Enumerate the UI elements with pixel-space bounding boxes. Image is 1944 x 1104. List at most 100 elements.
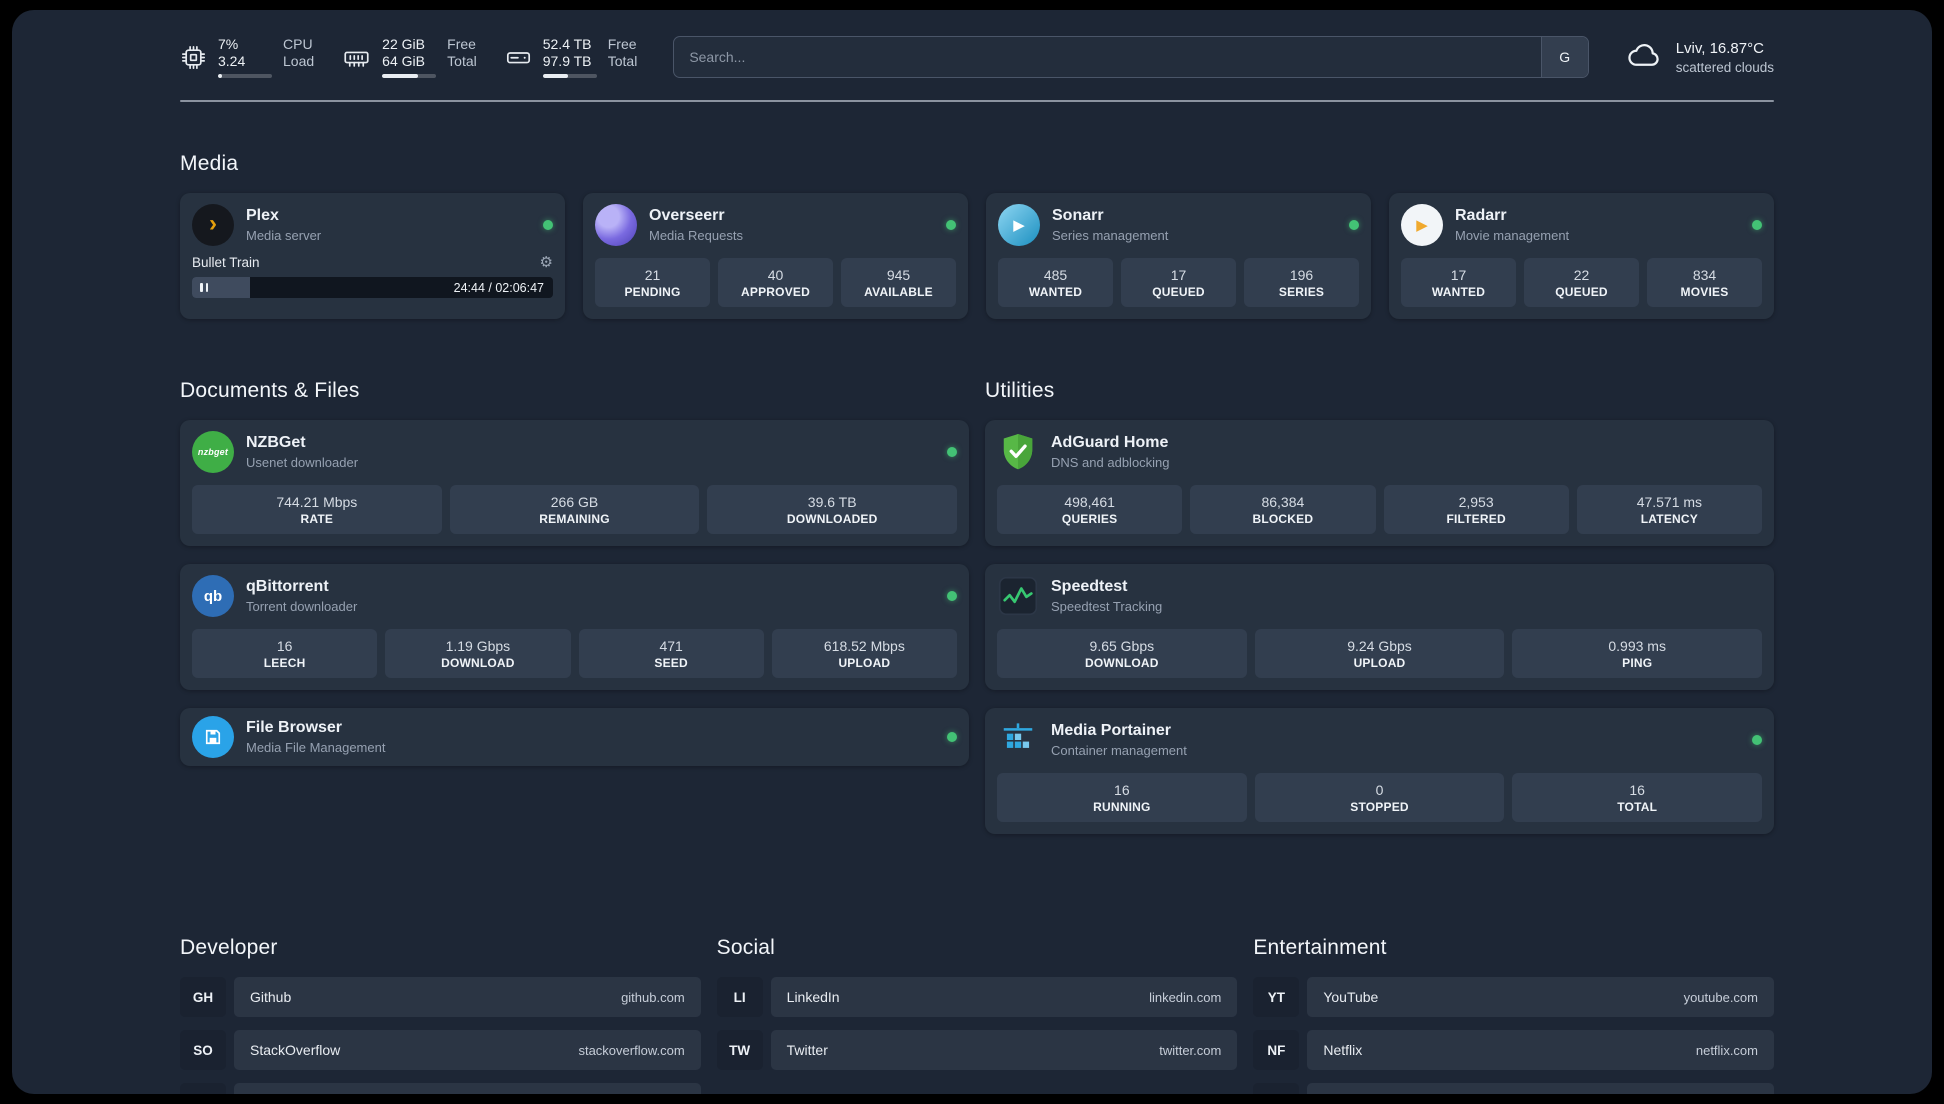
bookmark-twitter[interactable]: TW Twitter twitter.com [716,1030,1238,1071]
bookmark-youtube[interactable]: YT YouTube youtube.com [1253,977,1774,1018]
stat-label: PENDING [624,285,681,300]
stat-blocked: 86,384 BLOCKED [1190,485,1376,535]
bookmark-link[interactable]: LinkedIn linkedin.com [770,977,1238,1018]
card-titles: File Browser Media File Management [246,718,385,756]
bookmark-dev[interactable]: DT DEV dev.to [180,1083,701,1094]
adguard-icon [997,431,1039,473]
overseerr-icon [595,204,637,247]
bookmark-list: LI LinkedIn linkedin.com TW Twitter twit… [716,977,1238,1071]
stats-row: 21 PENDING 40 APPROVED 945 AVAILABLE [595,258,956,308]
stat-movies: 834 MOVIES [1647,258,1762,308]
stat-value: 17 [1450,267,1467,284]
app-subtitle: DNS and adblocking [1051,455,1170,471]
card-speedtest[interactable]: Speedtest Speedtest Tracking 9.65 Gbps D… [985,564,1774,691]
card-titles: AdGuard Home DNS and adblocking [1051,433,1170,471]
stat-value: 40 [767,267,784,284]
documents-cards: nzbget NZBGet Usenet downloader 744.21 M… [180,420,969,767]
bookmark-reddit[interactable]: RE Reddit reddit.com [1253,1083,1774,1094]
card-portainer[interactable]: Media Portainer Container management 16 … [985,708,1774,835]
stat-value: 0 [1375,782,1384,799]
disk-usage-bar [542,74,597,78]
card-nzbget[interactable]: nzbget NZBGet Usenet downloader 744.21 M… [180,420,969,547]
stat-value: 0.993 ms [1608,638,1666,655]
main-two-column: Documents & Files nzbget NZBGet Usenet d… [180,361,1774,835]
dashboard-content: 7% 3.24 CPU Load 22 GiB 64 GiB Free Tota… [12,10,1932,1094]
bookmark-name: LinkedIn [786,989,840,1006]
card-adguard[interactable]: AdGuard Home DNS and adblocking 498,461 … [985,420,1774,547]
stat-label: RATE [300,512,334,527]
bookmark-stackoverflow[interactable]: SO StackOverflow stackoverflow.com [180,1030,701,1071]
status-dot [947,447,957,458]
cpu-icon [180,44,207,71]
gear-icon[interactable]: ⚙ [540,255,553,270]
card-plex[interactable]: › Plex Media server Bullet Train ⚙ 24:44… [180,193,565,320]
bookmark-link[interactable]: Twitter twitter.com [770,1030,1238,1071]
disk-total-label: Total [607,53,638,69]
app-subtitle: Series management [1052,228,1169,244]
stats-row: 9.65 Gbps DOWNLOAD 9.24 Gbps UPLOAD 0.99… [997,629,1763,679]
section-title-social: Social [716,935,776,959]
playback-progress-bar[interactable]: 24:44 / 02:06:47 [192,277,553,299]
ram-usage-bar [382,74,437,78]
stat-queued: 17 QUEUED [1121,258,1236,308]
stat-download: 1.19 Gbps DOWNLOAD [385,629,571,679]
card-header: AdGuard Home DNS and adblocking [997,431,1762,473]
stat-filtered: 2,953 FILTERED [1383,485,1569,535]
stat-wanted: 485 WANTED [998,258,1113,308]
card-overseerr[interactable]: Overseerr Media Requests 21 PENDING 40 A… [583,193,968,320]
card-sonarr[interactable]: ▶ Sonarr Series management 485 WANTED 17 [986,193,1371,320]
stat-label: SERIES [1278,285,1325,300]
bookmark-netflix[interactable]: NF Netflix netflix.com [1253,1030,1774,1071]
search-engine-button[interactable]: G [1540,37,1588,77]
system-metrics: 7% 3.24 CPU Load 22 GiB 64 GiB Free Tota… [180,36,637,78]
card-header: nzbget NZBGet Usenet downloader [192,431,957,474]
stat-value: 744.21 Mbps [276,494,358,511]
disk-icon [505,44,532,71]
stat-stopped: 0 STOPPED [1254,773,1505,823]
card-radarr[interactable]: ▶ Radarr Movie management 17 WANTED 22 Q… [1389,193,1774,320]
stat-value: 9.24 Gbps [1347,638,1412,655]
bookmark-link[interactable]: DEV dev.to [234,1083,701,1094]
bookmark-link[interactable]: YouTube youtube.com [1307,977,1774,1018]
stat-value: 47.571 ms [1636,494,1703,511]
card-qbittorrent[interactable]: qb qBittorrent Torrent downloader 16 LEE… [180,564,969,691]
bookmark-url: stackoverflow.com [578,1042,685,1058]
bookmarks-developer: Developer GH Github github.com SO StackO… [180,918,701,1094]
app-title: Sonarr [1052,207,1104,225]
cpu-usage-percent: 7% [218,36,239,52]
disk-free-label: Free [607,36,637,52]
card-titles: Speedtest Speedtest Tracking [1051,577,1162,615]
app-title: Media Portainer [1051,722,1172,740]
bookmark-list: GH Github github.com SO StackOverflow st… [180,977,701,1094]
bookmark-linkedin[interactable]: LI LinkedIn linkedin.com [716,977,1238,1018]
stat-label: QUERIES [1061,512,1118,527]
status-dot [947,591,957,602]
bookmark-link[interactable]: StackOverflow stackoverflow.com [234,1030,701,1071]
app-subtitle: Media Requests [649,228,743,244]
stat-label: UPLOAD [1353,656,1406,671]
stat-value: 17 [1170,267,1187,284]
card-filebrowser[interactable]: File Browser Media File Management [180,708,969,767]
bookmarks-social: Social LI LinkedIn linkedin.com TW Twitt… [716,918,1238,1071]
stat-value: 1.19 Gbps [445,638,511,655]
stat-label: QUEUED [1555,285,1608,300]
stat-label: MOVIES [1680,285,1729,300]
bookmark-link[interactable]: Netflix netflix.com [1307,1030,1774,1071]
status-dot [543,220,553,231]
stat-pending: 21 PENDING [595,258,710,308]
app-title: Radarr [1455,207,1507,225]
ram-total-value: 64 GiB [382,53,425,69]
ram-free-value: 22 GiB [382,36,425,52]
stat-label: REMAINING [539,512,610,527]
stats-row: 16 LEECH 1.19 Gbps DOWNLOAD 471 SEED 618… [192,629,957,679]
card-header: Speedtest Speedtest Tracking [997,575,1762,617]
search-input[interactable] [674,37,1541,77]
app-subtitle: Media File Management [246,740,386,756]
stat-value: 21 [644,267,661,284]
pause-icon[interactable] [200,283,208,293]
bookmark-link[interactable]: Reddit reddit.com [1307,1083,1774,1094]
bookmark-github[interactable]: GH Github github.com [180,977,701,1018]
bookmark-link[interactable]: Github github.com [234,977,701,1018]
stat-value: 22 [1573,267,1590,284]
app-subtitle: Media server [246,228,322,244]
